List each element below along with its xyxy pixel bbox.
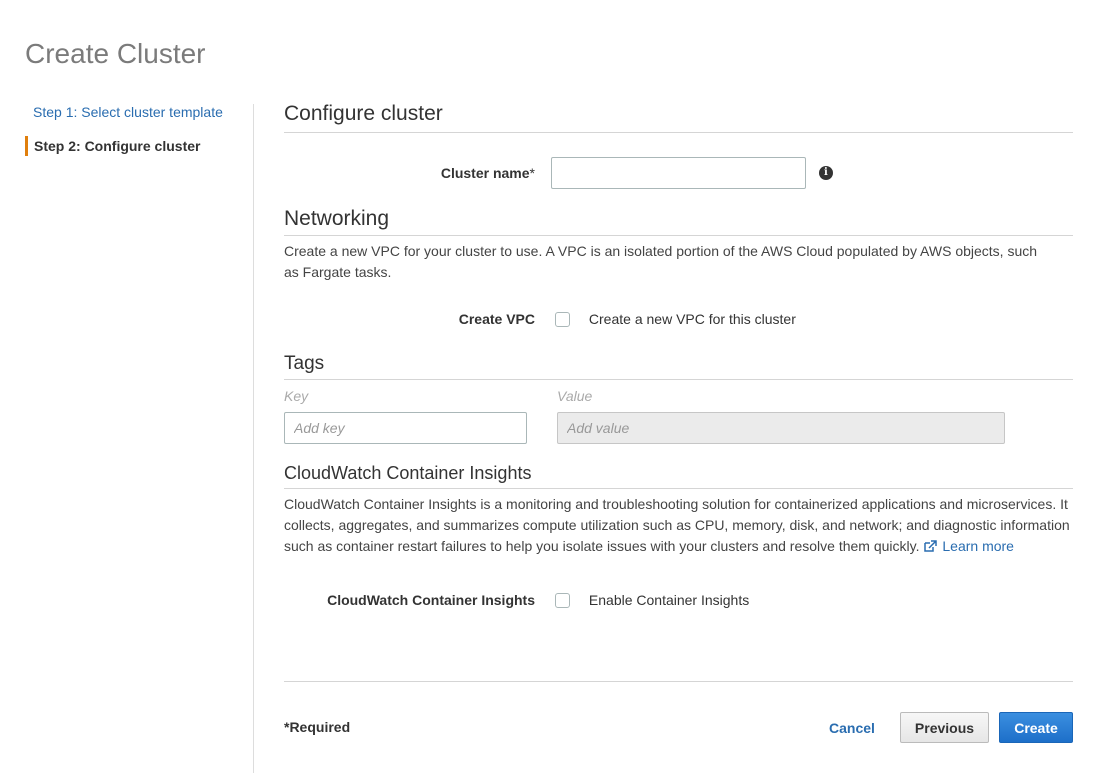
tag-key-input[interactable] xyxy=(284,412,527,444)
networking-heading: Networking xyxy=(284,207,1073,236)
configure-cluster-heading: Configure cluster xyxy=(284,102,1073,133)
insights-row: CloudWatch Container Insights Enable Con… xyxy=(284,590,1073,610)
create-button[interactable]: Create xyxy=(999,712,1073,743)
insights-label: CloudWatch Container Insights xyxy=(327,592,535,608)
tag-key-header: Key xyxy=(284,388,309,404)
cluster-name-input[interactable] xyxy=(551,157,807,189)
external-link-icon xyxy=(924,540,938,552)
page-title: Create Cluster xyxy=(25,38,206,69)
networking-description: Create a new VPC for your cluster to use… xyxy=(284,243,1038,280)
cancel-button[interactable]: Cancel xyxy=(818,712,886,743)
wizard-steps: Step 1: Select cluster template Step 2: … xyxy=(25,102,235,156)
create-vpc-label: Create VPC xyxy=(458,311,535,327)
footer-divider xyxy=(284,681,1073,682)
previous-button[interactable]: Previous xyxy=(900,712,989,743)
cluster-name-row: Cluster name* i xyxy=(284,157,1073,189)
insights-checkbox-text: Enable Container Insights xyxy=(588,592,750,608)
step-1-link[interactable]: Step 1: Select cluster template xyxy=(25,102,235,122)
tags-heading: Tags xyxy=(284,353,1073,380)
create-vpc-row: Create VPC Create a new VPC for this clu… xyxy=(284,309,1073,329)
learn-more-link[interactable]: Learn more xyxy=(942,538,1014,554)
vertical-divider xyxy=(253,104,254,773)
tag-value-header: Value xyxy=(557,388,593,404)
step-2-current: Step 2: Configure cluster xyxy=(25,136,235,156)
insights-description: CloudWatch Container Insights is a monit… xyxy=(284,494,1073,557)
create-vpc-checkbox-text: Create a new VPC for this cluster xyxy=(588,311,796,327)
create-vpc-checkbox[interactable] xyxy=(555,311,571,327)
tags-table: Key Value xyxy=(284,386,1073,444)
insights-heading: CloudWatch Container Insights xyxy=(284,463,1073,489)
insights-checkbox[interactable] xyxy=(555,592,571,608)
cluster-name-label: Cluster name* xyxy=(440,165,535,181)
tag-value-input[interactable] xyxy=(557,412,1005,444)
required-note: *Required xyxy=(284,719,351,735)
configure-cluster-form: Configure cluster Cluster name* i Networ… xyxy=(284,102,1073,610)
info-icon[interactable]: i xyxy=(818,166,833,180)
